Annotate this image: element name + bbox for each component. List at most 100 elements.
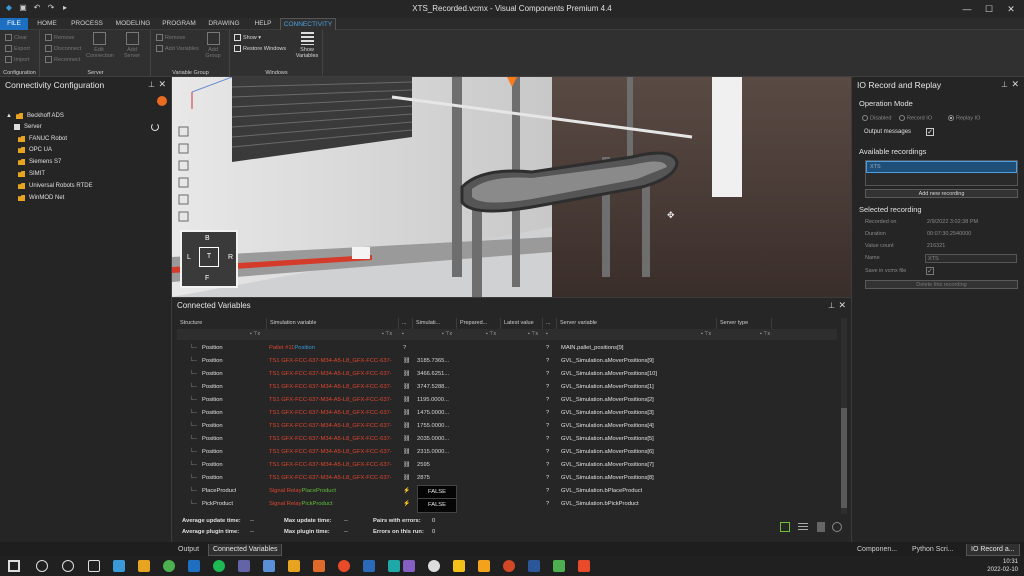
scrollbar[interactable] (841, 318, 847, 514)
simulation-variable-cell[interactable]: TS1 GFX-FCC-637-M34-A5-L8_GFX-FCC-637- (269, 381, 401, 394)
pin-icon[interactable]: ⊥ (1001, 80, 1008, 89)
filter-icon[interactable]: ▪ ⊤x (250, 331, 260, 337)
server-variable-cell[interactable]: GVL_Simulation.aMoverPositions[5] (561, 433, 654, 446)
outlook-icon[interactable] (188, 560, 200, 572)
add-recording-button[interactable]: Add new recording (865, 189, 1018, 198)
clear-button[interactable]: Clear (5, 34, 27, 41)
tab-help[interactable]: HELP (250, 18, 276, 30)
tree-item-simit[interactable]: SIMIT (0, 169, 171, 179)
refresh-icon[interactable] (832, 522, 842, 532)
mode-replay-io[interactable]: Replay IO (948, 115, 980, 121)
name-input[interactable]: XTS (925, 254, 1017, 263)
add-server-button[interactable]: Add Server (119, 32, 145, 59)
tab-python-script[interactable]: Python Scri... (908, 544, 958, 556)
filter-icon[interactable]: ▪ ⊤x (528, 331, 538, 337)
col-sim-icon[interactable]: ... (399, 318, 413, 329)
view-cube-back[interactable]: B (205, 235, 210, 242)
col-simulation-value[interactable]: Simulati... (413, 318, 457, 329)
table-row[interactable]: └─ Position TS1 GFX-FCC-637-M34-A5-L8_GFX-… (177, 472, 837, 485)
tab-home[interactable]: HOME (32, 18, 62, 30)
server-variable-cell[interactable]: GVL_Simulation.aMoverPositions[3] (561, 407, 654, 420)
view-cube-front[interactable]: F (205, 275, 209, 282)
simulation-variable-cell[interactable]: Signal RelayPickProduct (269, 498, 401, 511)
simulation-variable-cell[interactable]: TS1 GFX-FCC-637-M34-A5-L8_GFX-FCC-637- (269, 446, 401, 459)
show-dropdown[interactable]: Show ▾ (234, 34, 261, 41)
server-variable-cell[interactable]: GVL_Simulation.aMoverPositions[7] (561, 459, 654, 472)
tree-item-server[interactable]: Server (0, 122, 171, 132)
teams-icon[interactable] (238, 560, 250, 572)
import-button[interactable]: Import (5, 56, 30, 63)
delete-icon[interactable] (817, 522, 825, 532)
maximize-button[interactable]: ☐ (978, 1, 1000, 17)
cortana-icon[interactable] (62, 560, 74, 572)
app-icon[interactable] (313, 560, 325, 572)
server-variable-cell[interactable]: GVL_Simulation.aMoverPositions[1] (561, 381, 654, 394)
view-cube-right[interactable]: R (228, 254, 233, 261)
file-explorer-icon[interactable] (138, 560, 150, 572)
task-view-icon[interactable] (88, 560, 100, 572)
collapse-icon[interactable]: ▲ (6, 113, 12, 119)
scrollbar-thumb[interactable] (841, 408, 847, 508)
add-group-button[interactable]: Add Group (200, 32, 226, 59)
server-variable-cell[interactable]: GVL_Simulation.aMoverPositions[8] (561, 472, 654, 485)
remove-group-button[interactable]: Remove (156, 34, 185, 41)
tree-item-universal-robots[interactable]: Universal Robots RTDE (0, 181, 171, 191)
table-row[interactable]: └─ Position TS1 GFX-FCC-637-M34-A5-L8_GFX-… (177, 355, 837, 368)
windows-start-icon[interactable] (8, 560, 20, 572)
search-icon[interactable] (36, 560, 48, 572)
minimize-button[interactable]: — (956, 1, 978, 17)
col-simulation-variable[interactable]: Simulation variable (267, 318, 399, 329)
visual-components-icon[interactable] (453, 560, 465, 572)
powerpoint-icon[interactable] (503, 560, 515, 572)
filter-icon[interactable]: ▪ ⊤x (486, 331, 496, 337)
filter-icon[interactable]: ▪ ⊤x (760, 331, 770, 337)
tab-output[interactable]: Output (174, 544, 203, 556)
server-variable-cell[interactable]: GVL_Simulation.aMoverPositions[6] (561, 446, 654, 459)
filter-icon[interactable]: ▪ ⊤x (442, 331, 452, 337)
recordings-list[interactable]: XTS (865, 160, 1018, 186)
tree-item-beckhoff-ads[interactable]: ▲ Beckhoff ADS (0, 111, 171, 121)
close-panel-button[interactable]: ✕ (838, 300, 846, 311)
view-cube[interactable]: B L T R F (180, 230, 238, 288)
remote-desktop-icon[interactable] (263, 560, 275, 572)
tab-components[interactable]: Componen... (853, 544, 901, 556)
save-in-file-checkbox[interactable]: ✓ (926, 267, 934, 275)
server-variable-cell[interactable]: MAIN.pallet_positions[9] (561, 342, 624, 355)
close-panel-button[interactable]: ✕ (158, 79, 166, 90)
server-variable-cell[interactable]: GVL_Simulation.aMoverPositions[9] (561, 355, 654, 368)
simulation-variable-cell[interactable]: TS1 GFX-FCC-637-M34-A5-L8_GFX-FCC-637- (269, 433, 401, 446)
tab-modeling[interactable]: MODELING (112, 18, 154, 30)
filter-icon[interactable]: ▪ ⊤x (382, 331, 392, 337)
tree-item-winmod[interactable]: WinMOD Net (0, 193, 171, 203)
filter-icon[interactable]: ▪ (546, 331, 548, 337)
app-icon[interactable] (288, 560, 300, 572)
visual-studio-icon[interactable] (403, 560, 415, 572)
recording-item[interactable]: XTS (866, 161, 1017, 173)
view-cube-top[interactable]: T (199, 247, 219, 267)
table-row[interactable]: └─ Position TS1 GFX-FCC-637-M34-A5-L8_GFX-… (177, 407, 837, 420)
table-row[interactable]: └─ Position TS1 GFX-FCC-637-M34-A5-L8_GFX-… (177, 381, 837, 394)
simulation-variable-cell[interactable]: TS1 GFX-FCC-637-M34-A5-L8_GFX-FCC-637- (269, 394, 401, 407)
app-icon[interactable] (428, 560, 440, 572)
simulation-variable-cell[interactable]: TS1 GFX-FCC-637-M34-A5-L8_GFX-FCC-637- (269, 472, 401, 485)
view-cube-left[interactable]: L (187, 254, 191, 261)
app-icon[interactable] (553, 560, 565, 572)
mode-record-io[interactable]: Record IO (899, 115, 932, 121)
refresh-icon[interactable] (157, 96, 167, 106)
word-icon[interactable] (528, 560, 540, 572)
tree-item-fanuc[interactable]: FANUC Robot (0, 134, 171, 144)
server-variable-cell[interactable]: GVL_Simulation.aMoverPositions[2] (561, 394, 654, 407)
tree-item-siemens-s7[interactable]: Siemens S7 (0, 157, 171, 167)
col-server-variable[interactable]: Server variable (557, 318, 717, 329)
edit-connection-button[interactable]: Edit Connection (86, 32, 114, 59)
list-view-icon[interactable] (798, 523, 808, 531)
close-panel-button[interactable]: ✕ (1011, 79, 1019, 90)
col-prepared[interactable]: Prepared... (457, 318, 501, 329)
chrome-icon[interactable] (163, 560, 175, 572)
table-row[interactable]: └─ Position TS1 GFX-FCC-637-M34-A5-L8_GFX-… (177, 446, 837, 459)
tab-process[interactable]: PROCESS (68, 18, 106, 30)
tree-item-opc-ua[interactable]: OPC UA (0, 145, 171, 155)
app-icon[interactable] (578, 560, 590, 572)
mode-disabled[interactable]: Disabled (862, 115, 891, 121)
close-button[interactable]: ✕ (1000, 1, 1022, 17)
